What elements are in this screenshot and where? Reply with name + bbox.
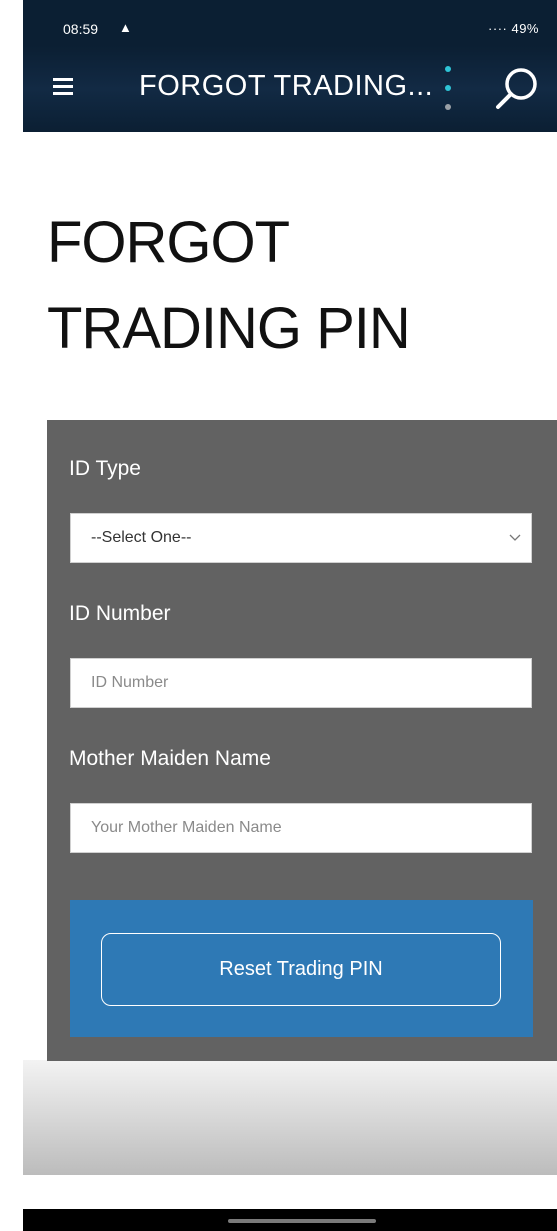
hamburger-menu-icon[interactable] [53,78,73,95]
status-time: 08:59 [63,21,99,37]
page-title: FORGOT TRADING PIN [47,200,527,372]
navigation-bar [23,1209,557,1231]
id-type-label: ID Type [69,457,141,480]
forgot-pin-form: ID Type --Select One-- ID Number Mother … [47,420,557,1061]
chevron-down-icon [509,534,521,541]
mother-maiden-name-label: Mother Maiden Name [69,747,271,770]
id-type-selected-value: --Select One-- [91,529,192,546]
id-number-input[interactable] [71,659,531,707]
phone-screen: 08:59 ▲ ···· 49% FORGOT TRADING... FORGO… [23,0,557,1231]
kebab-menu-icon[interactable] [442,64,454,112]
app-bar: FORGOT TRADING... [23,46,557,132]
id-number-field-wrap [70,658,532,708]
mother-maiden-name-field-wrap [70,803,532,853]
warning-triangle-icon: ▲ [119,20,132,35]
page-title-line2: TRADING PIN [47,296,411,361]
reset-trading-pin-button[interactable]: Reset Trading PIN [101,933,501,1006]
page-title-line1: FORGOT [47,210,290,275]
id-type-select[interactable]: --Select One-- [70,513,532,563]
home-indicator[interactable] [228,1219,376,1223]
mother-maiden-name-input[interactable] [71,804,531,852]
status-indicators: ···· 49% [488,21,539,36]
status-bar: 08:59 ▲ ···· 49% [23,0,557,46]
footer-gradient [23,1060,557,1175]
form-action-area: Reset Trading PIN [70,900,533,1037]
id-number-label: ID Number [69,602,171,625]
app-bar-title: FORGOT TRADING... [139,70,434,102]
search-icon[interactable] [487,60,547,120]
